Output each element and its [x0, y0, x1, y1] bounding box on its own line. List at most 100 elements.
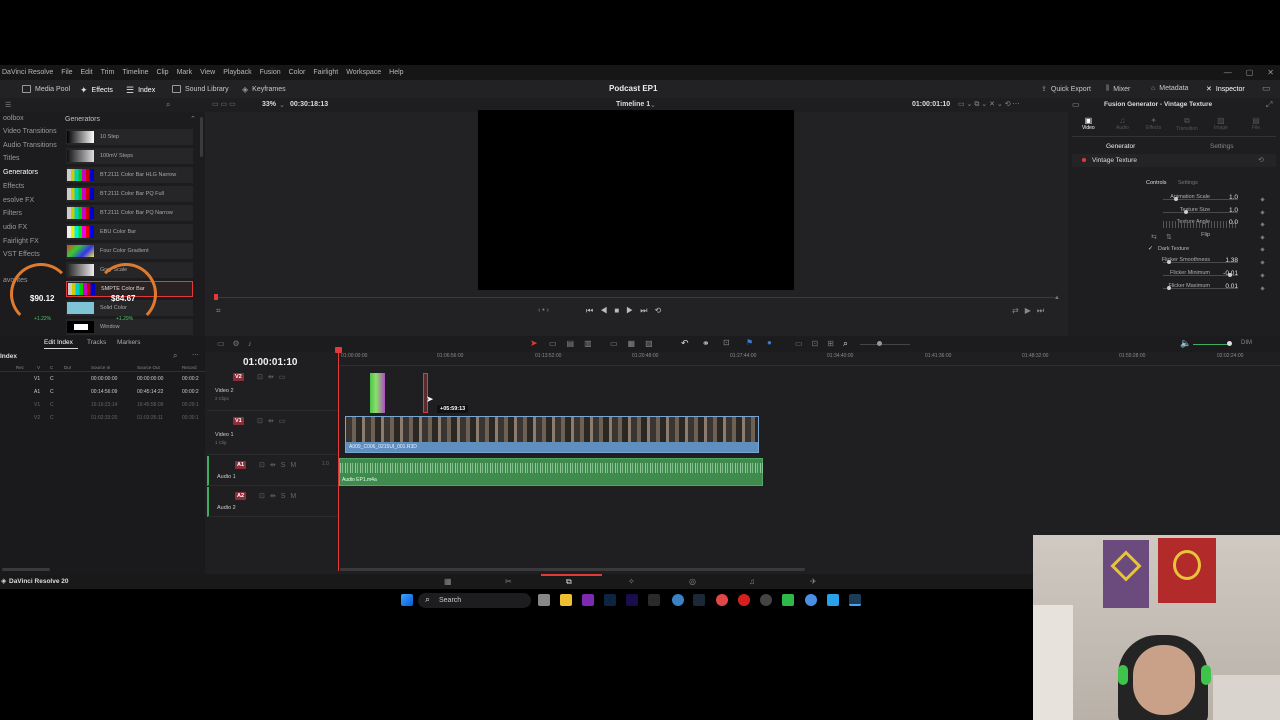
file-explorer-icon[interactable] [560, 594, 572, 606]
tab-markers[interactable]: Markers [117, 339, 140, 346]
menu-davinci[interactable]: DaVinci Resolve [2, 69, 53, 76]
dim-button[interactable]: DIM [1241, 340, 1252, 346]
panel-toggle-icon[interactable]: ▭ [1262, 83, 1271, 94]
index-button[interactable]: ☰ Index [126, 85, 155, 96]
reset-icon[interactable]: ⟲ [1258, 156, 1264, 164]
generator-item[interactable]: EBU Color Bar [66, 224, 193, 240]
index-row[interactable]: A1 C 00:14:56:09 00:45:14:22 00:00:2 [0, 386, 205, 398]
tab-effects[interactable]: ✦ Effects [1146, 116, 1161, 131]
flip-horizontal-icon[interactable]: ⇆ [1151, 233, 1157, 241]
track-header-v2[interactable]: V2 ⊡⇹▭ Video 2 2 Clips [207, 368, 338, 411]
tab-image[interactable]: ▨ Image [1214, 116, 1228, 131]
zoom-level[interactable]: 33% [262, 101, 276, 108]
animation-scale-slider[interactable] [1163, 197, 1238, 201]
collapse-icon[interactable]: ⌃ [190, 115, 196, 123]
insert-tool-icons[interactable]: ▭▦▧ [610, 339, 663, 348]
keyframe-icon[interactable] [1260, 260, 1265, 265]
texture-angle-dial[interactable] [1163, 221, 1238, 228]
menu-edit[interactable]: Edit [81, 69, 93, 76]
track-header-a1[interactable]: A1 ⊡⇹SM 1.0 Audio 1 [207, 456, 338, 486]
generator-item[interactable]: Four Color Gradient [66, 243, 193, 259]
tab-video[interactable]: ▣ Video [1082, 116, 1095, 131]
speaker-icon[interactable]: 🔈 [1180, 338, 1191, 349]
terminal-icon[interactable] [648, 594, 660, 606]
edit-tool-icons[interactable]: ▭▤▥ [549, 339, 602, 348]
video-clip[interactable]: A009_C006_0215UI_001.R3D [345, 416, 759, 453]
generator-clip[interactable] [370, 373, 385, 413]
transport-controls[interactable]: ⏮◀■▶⏭⟲ [586, 306, 668, 316]
tab-tracks[interactable]: Tracks [87, 339, 106, 346]
zoom-slider-knob[interactable] [877, 341, 882, 346]
playhead-handle[interactable] [335, 347, 342, 353]
tab-controls[interactable]: Controls [1146, 180, 1166, 186]
index-row[interactable]: V2 C 01:02:33:20 01:03:26:11 00:30:1 [0, 412, 205, 424]
chrome-icon[interactable] [716, 594, 728, 606]
flag-icon[interactable]: ⚑ [746, 338, 753, 347]
timeline-playhead[interactable] [338, 349, 339, 571]
subtab-settings[interactable]: Settings [1210, 143, 1234, 150]
menu-color[interactable]: Color [289, 69, 306, 76]
menu-view[interactable]: View [200, 69, 215, 76]
media-page-icon[interactable]: ▦ [444, 577, 452, 586]
viewer-scrubber[interactable] [215, 297, 1057, 298]
section-header[interactable]: Vintage Texture ⟲ [1072, 154, 1276, 167]
checkbox-checked-icon[interactable]: ✓ [1148, 245, 1153, 252]
volume-knob[interactable] [1227, 341, 1232, 346]
color-page-icon[interactable]: ◎ [689, 577, 696, 586]
flip-vertical-icon[interactable]: ⇅ [1166, 233, 1172, 241]
list-view-icon[interactable]: ☰ [5, 101, 11, 109]
premiere-icon[interactable] [626, 594, 638, 606]
search-icon[interactable]: ⌕ [166, 100, 170, 110]
section-active-dot[interactable] [1082, 158, 1086, 162]
tab-transition[interactable]: ⧉ Transition [1176, 116, 1198, 132]
lightroom-icon[interactable] [604, 594, 616, 606]
inspector-button[interactable]: ✕ Inspector [1206, 85, 1245, 94]
menu-clip[interactable]: Clip [157, 69, 169, 76]
effects-button[interactable]: ✦ Effects [80, 85, 113, 96]
generator-item[interactable]: BT.2111 Color Bar PQ Narrow [66, 205, 193, 221]
menu-workspace[interactable]: Workspace [346, 69, 381, 76]
tab-edit-index[interactable]: Edit Index [44, 339, 73, 346]
audio-clip[interactable]: Audio EP1.m4a [339, 458, 764, 486]
mixer-button[interactable]: ⫼ Mixer [1106, 85, 1130, 93]
track-header-a2[interactable]: A2 ⊡⇹SM Audio 2 [207, 487, 338, 517]
keyframe-icon[interactable] [1260, 235, 1265, 240]
adobe-xd-icon[interactable] [582, 594, 594, 606]
search-icon[interactable]: ⌕ [173, 351, 177, 361]
more-options-icon[interactable]: ⋯ [192, 351, 199, 359]
timeline-view-icons[interactable]: ▭⚙♪ [217, 339, 260, 348]
volume-slider[interactable] [1193, 344, 1231, 345]
viewer-options-icons[interactable]: ▭ ⌄ ⧉ ⌄ ✕ ⌄ ⟲ ⋯ [958, 100, 1020, 109]
current-timecode[interactable]: 01:00:01:10 [243, 357, 297, 368]
generator-item[interactable]: BT.2111 Color Bar PQ Full [66, 186, 193, 202]
browser-icon[interactable] [672, 594, 684, 606]
titles-item[interactable]: Titles [3, 155, 19, 162]
generator-item[interactable]: 10 Step [66, 129, 193, 145]
edit-page-icon[interactable]: ⧉ [566, 577, 572, 587]
video-transitions-item[interactable]: Video Transitions [3, 128, 57, 135]
index-row[interactable]: V1 C 16:16:23:14 16:45:58:09 00:29:1 [0, 399, 205, 411]
zoom-tool-icons[interactable]: ▭⊡⊞ [795, 339, 843, 348]
fairlight-fx-item[interactable]: Fairlight FX [3, 238, 39, 245]
minimize-icon[interactable]: — [1224, 68, 1232, 77]
slider-knob[interactable] [1184, 210, 1189, 214]
vst-effects-item[interactable]: VST Effects [3, 251, 40, 258]
keyframe-icon[interactable] [1260, 247, 1265, 252]
timeline-ruler[interactable]: 01:00:00:00 01:06:56:00 01:13:52:00 01:2… [338, 352, 1280, 366]
viewer-layout-icons[interactable]: ▭ ▭ ▭ [212, 100, 236, 108]
cut-page-icon[interactable]: ✂ [505, 577, 512, 586]
snapping-icon[interactable]: ↶ [681, 338, 689, 349]
sound-library-button[interactable]: Sound Library [172, 85, 229, 93]
zoom-search-icon[interactable]: ⌕ [843, 338, 848, 349]
track-controls-icons[interactable]: ⊡⇹SM [259, 492, 301, 500]
resolve-taskbar-icon[interactable] [760, 594, 772, 606]
menu-trim[interactable]: Trim [101, 69, 115, 76]
zoom-slider[interactable] [860, 344, 910, 345]
marker-icon[interactable]: ● [767, 338, 772, 347]
resolve-fx-item[interactable]: esolve FX [3, 197, 34, 204]
toolbox-item[interactable]: oolbox [3, 115, 24, 122]
menu-file[interactable]: File [61, 69, 72, 76]
taskbar-search[interactable]: ⌕ Search [418, 593, 531, 608]
generator-item[interactable]: BT.2111 Color Bar HLG Narrow [66, 167, 193, 183]
menu-timeline[interactable]: Timeline [122, 69, 148, 76]
